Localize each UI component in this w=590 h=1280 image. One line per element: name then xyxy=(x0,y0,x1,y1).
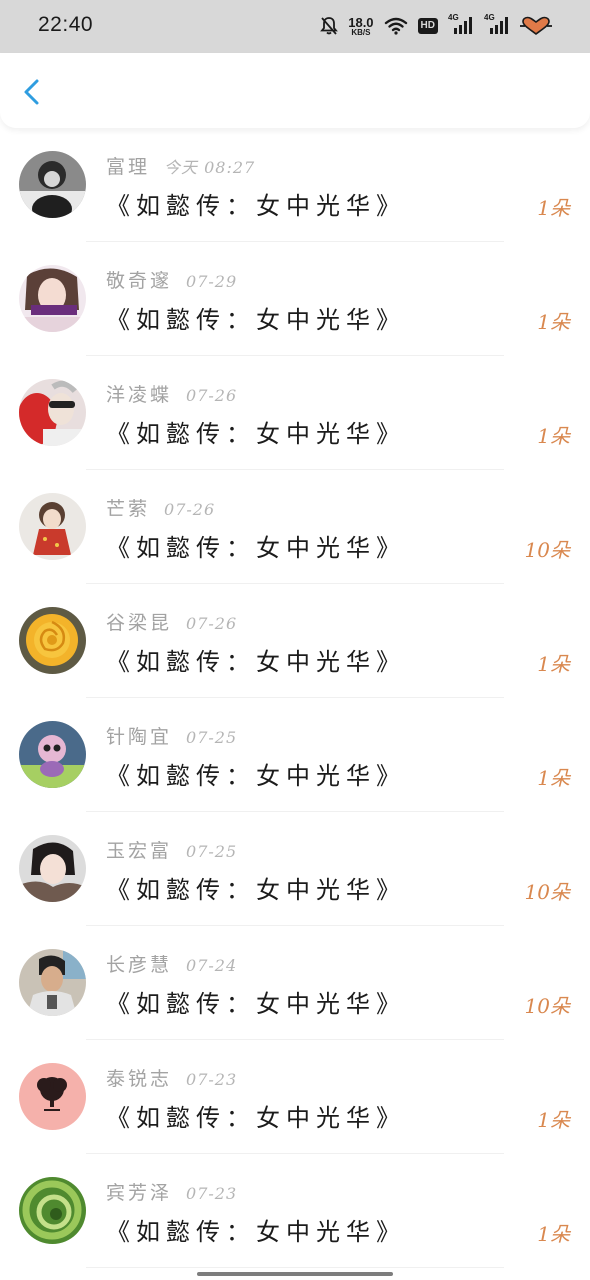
book-title: 《如懿传：女中光华》 xyxy=(106,1218,406,1246)
book-title: 《如懿传：女中光华》 xyxy=(106,876,406,904)
list-item[interactable]: 芒萦 07-26 《如懿传：女中光华》 10朵 xyxy=(0,470,590,584)
flower-count: 10朵 xyxy=(524,880,570,904)
timestamp: 07-26 xyxy=(186,614,238,633)
list-item[interactable]: 针陶宜 07-25 《如懿传：女中光华》 1朵 xyxy=(0,698,590,812)
avatar[interactable] xyxy=(19,151,86,218)
back-button[interactable] xyxy=(16,75,50,109)
flower-count: 1朵 xyxy=(537,652,570,676)
user-name: 富理 今天 08:27 xyxy=(106,156,256,178)
flower-count: 10朵 xyxy=(524,538,570,562)
user-name: 长彦慧 07-24 xyxy=(106,954,238,976)
avatar[interactable] xyxy=(19,493,86,560)
flower-count: 1朵 xyxy=(537,310,570,334)
list-item[interactable]: 长彦慧 07-24 《如懿传：女中光华》 10朵 xyxy=(0,926,590,1040)
timestamp: 07-26 xyxy=(186,386,238,405)
signal-icon-2: 4G xyxy=(484,13,510,36)
chevron-left-icon xyxy=(24,79,39,105)
user-name: 宾芳泽 07-23 xyxy=(106,1182,238,1204)
signal-icon-1: 4G xyxy=(448,13,474,36)
user-name: 针陶宜 07-25 xyxy=(106,726,238,748)
gift-record-list: 富理 今天 08:27 《如懿传：女中光华》 1朵 敬奇邃 07-29 《如懿传：女… xyxy=(0,128,590,1268)
hd-badge: HD xyxy=(417,18,438,34)
user-name: 芒萦 07-26 xyxy=(106,498,216,520)
timestamp: 07-24 xyxy=(186,956,238,975)
avatar[interactable] xyxy=(19,1177,86,1244)
status-time: 22:40 xyxy=(38,13,94,36)
book-title: 《如懿传：女中光华》 xyxy=(106,192,406,220)
home-indicator[interactable] xyxy=(197,1272,393,1276)
user-name: 玉宏富 07-25 xyxy=(106,840,238,862)
status-icons: 18.0 KB/S HD 4G 4G xyxy=(320,13,552,39)
avatar[interactable] xyxy=(19,835,86,902)
divider xyxy=(86,1267,504,1268)
timestamp: 07-25 xyxy=(186,728,238,747)
list-item[interactable]: 洋凌蝶 07-26 《如懿传：女中光华》 1朵 xyxy=(0,356,590,470)
timestamp: 07-23 xyxy=(186,1184,238,1203)
book-title: 《如懿传：女中光华》 xyxy=(106,648,406,676)
status-bar: 22:40 18.0 KB/S HD 4G 4G xyxy=(0,0,590,53)
book-title: 《如懿传：女中光华》 xyxy=(106,534,406,562)
wifi-icon xyxy=(384,17,407,35)
user-name: 洋凌蝶 07-26 xyxy=(106,384,238,406)
flower-count: 1朵 xyxy=(537,766,570,790)
list-item[interactable]: 敬奇邃 07-29 《如懿传：女中光华》 1朵 xyxy=(0,242,590,356)
timestamp: 07-23 xyxy=(186,1070,238,1089)
book-title: 《如懿传：女中光华》 xyxy=(106,306,406,334)
flower-count: 1朵 xyxy=(537,1108,570,1132)
flower-count: 10朵 xyxy=(524,994,570,1018)
top-nav-bar xyxy=(0,53,590,128)
timestamp: 07-25 xyxy=(186,842,238,861)
net-speed: 18.0 KB/S xyxy=(348,14,374,37)
avatar[interactable] xyxy=(19,1063,86,1130)
avatar[interactable] xyxy=(19,949,86,1016)
list-item[interactable]: 富理 今天 08:27 《如懿传：女中光华》 1朵 xyxy=(0,128,590,242)
timestamp: 今天 08:27 xyxy=(164,158,256,177)
user-name: 泰锐志 07-23 xyxy=(106,1068,238,1090)
list-item[interactable]: 谷梁昆 07-26 《如懿传：女中光华》 1朵 xyxy=(0,584,590,698)
timestamp: 07-29 xyxy=(186,272,238,291)
user-name: 谷梁昆 07-26 xyxy=(106,612,238,634)
list-item[interactable]: 宾芳泽 07-23 《如懿传：女中光华》 1朵 xyxy=(0,1154,590,1268)
avatar[interactable] xyxy=(19,721,86,788)
timestamp: 07-26 xyxy=(164,500,216,519)
book-title: 《如懿传：女中光华》 xyxy=(106,762,406,790)
avatar[interactable] xyxy=(19,265,86,332)
book-title: 《如懿传：女中光华》 xyxy=(106,420,406,448)
book-title: 《如懿传：女中光华》 xyxy=(106,1104,406,1132)
flower-count: 1朵 xyxy=(537,424,570,448)
mute-bell-icon xyxy=(320,17,339,35)
flower-count: 1朵 xyxy=(537,1222,570,1246)
avatar[interactable] xyxy=(19,607,86,674)
user-name: 敬奇邃 07-29 xyxy=(106,270,238,292)
flower-count: 1朵 xyxy=(537,196,570,220)
list-item[interactable]: 玉宏富 07-25 《如懿传：女中光华》 10朵 xyxy=(0,812,590,926)
list-item[interactable]: 泰锐志 07-23 《如懿传：女中光华》 1朵 xyxy=(0,1040,590,1154)
book-title: 《如懿传：女中光华》 xyxy=(106,990,406,1018)
battery-heart-icon xyxy=(520,16,552,35)
avatar[interactable] xyxy=(19,379,86,446)
